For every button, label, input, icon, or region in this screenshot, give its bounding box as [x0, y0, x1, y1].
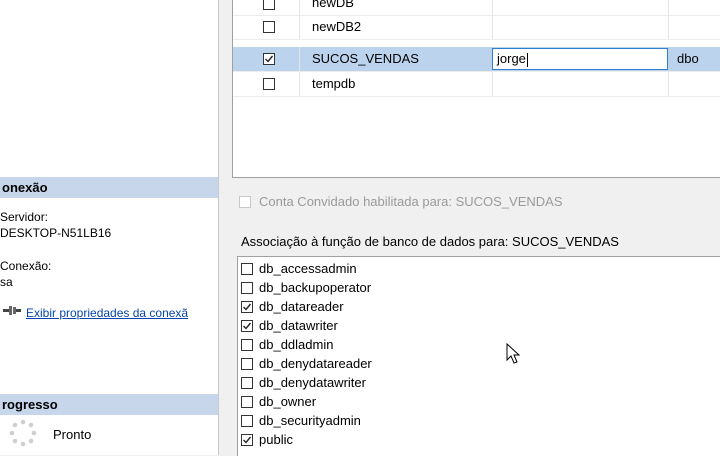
- guest-account-checkbox: [239, 196, 251, 208]
- connection-properties-link[interactable]: Exibir propriedades da conexã: [26, 306, 188, 320]
- user-name-value: jorge: [497, 51, 526, 66]
- database-name-cell: newDB: [312, 0, 354, 10]
- role-label: db_securityadmin: [259, 413, 361, 428]
- role-checkbox[interactable]: [241, 282, 253, 294]
- progress-status: Pronto: [53, 427, 92, 442]
- connection-sidebar: onexão Servidor: DESKTOP-N51LB16 Conexão…: [0, 0, 218, 455]
- role-association-label: Associação à função de banco de dados pa…: [241, 234, 619, 249]
- role-item[interactable]: db_owner: [238, 393, 538, 411]
- role-item[interactable]: public: [238, 431, 538, 449]
- progress-section-header: rogresso: [0, 394, 218, 415]
- connection-value: sa: [0, 275, 13, 289]
- role-checkbox[interactable]: [241, 320, 253, 332]
- map-checkbox[interactable]: [263, 0, 275, 10]
- user-mapping-panel: newDB newDB2 SUCOS_VENDAS jorge dbo temp…: [219, 0, 720, 456]
- server-value: DESKTOP-N51LB16: [0, 226, 112, 240]
- user-name-input[interactable]: jorge: [492, 48, 668, 70]
- role-membership-list: db_accessadmin db_backupoperator db_data…: [237, 256, 720, 456]
- role-label: public: [259, 432, 293, 447]
- grid-row-selected[interactable]: SUCOS_VENDAS jorge dbo: [233, 47, 720, 72]
- default-schema-cell[interactable]: dbo: [677, 47, 699, 71]
- database-name-cell: SUCOS_VENDAS: [312, 51, 419, 66]
- role-checkbox[interactable]: [241, 263, 253, 275]
- database-name-cell: newDB2: [312, 19, 362, 34]
- role-item[interactable]: db_datawriter: [238, 317, 538, 335]
- role-item[interactable]: db_denydatawriter: [238, 374, 538, 392]
- role-item[interactable]: db_datareader: [238, 298, 538, 316]
- role-label: db_denydatareader: [259, 356, 372, 371]
- spinner-icon: [9, 419, 37, 447]
- text-caret: [526, 52, 528, 67]
- mouse-pointer-icon: [506, 343, 521, 364]
- role-label: db_datawriter: [259, 318, 338, 333]
- role-checkbox[interactable]: [241, 396, 253, 408]
- role-label: db_accessadmin: [259, 261, 357, 276]
- role-item[interactable]: db_backupoperator: [238, 279, 538, 297]
- map-checkbox[interactable]: [263, 53, 275, 65]
- role-item[interactable]: db_securityadmin: [238, 412, 538, 430]
- role-checkbox[interactable]: [241, 301, 253, 313]
- grid-row[interactable]: tempdb: [233, 72, 720, 97]
- server-label: Servidor:: [0, 210, 49, 224]
- plug-icon: [2, 303, 26, 320]
- connection-properties-row[interactable]: Exibir propriedades da conexã: [2, 303, 188, 320]
- grid-row[interactable]: newDB2: [233, 15, 720, 40]
- role-item[interactable]: db_accessadmin: [238, 260, 538, 278]
- role-label: db_datareader: [259, 299, 344, 314]
- map-checkbox[interactable]: [263, 21, 275, 33]
- role-checkbox[interactable]: [241, 415, 253, 427]
- grid-row[interactable]: newDB: [233, 0, 720, 16]
- map-checkbox[interactable]: [263, 78, 275, 90]
- guest-account-option: Conta Convidado habilitada para: SUCOS_V…: [239, 194, 563, 209]
- connection-label: Conexão:: [0, 259, 52, 273]
- role-item[interactable]: db_denydatareader: [238, 355, 538, 373]
- connection-section-header: onexão: [0, 177, 218, 198]
- role-checkbox[interactable]: [241, 339, 253, 351]
- role-label: db_denydatawriter: [259, 375, 366, 390]
- role-label: db_ddladmin: [259, 337, 334, 352]
- role-checkbox[interactable]: [241, 377, 253, 389]
- guest-account-label: Conta Convidado habilitada para: SUCOS_V…: [259, 194, 563, 209]
- role-label: db_owner: [259, 394, 317, 409]
- database-name-cell: tempdb: [312, 76, 356, 91]
- role-checkbox[interactable]: [241, 358, 253, 370]
- database-mapping-grid: newDB newDB2 SUCOS_VENDAS jorge dbo temp…: [232, 0, 720, 178]
- role-item[interactable]: db_ddladmin: [238, 336, 538, 354]
- role-label: db_backupoperator: [259, 280, 372, 295]
- role-checkbox[interactable]: [241, 434, 253, 446]
